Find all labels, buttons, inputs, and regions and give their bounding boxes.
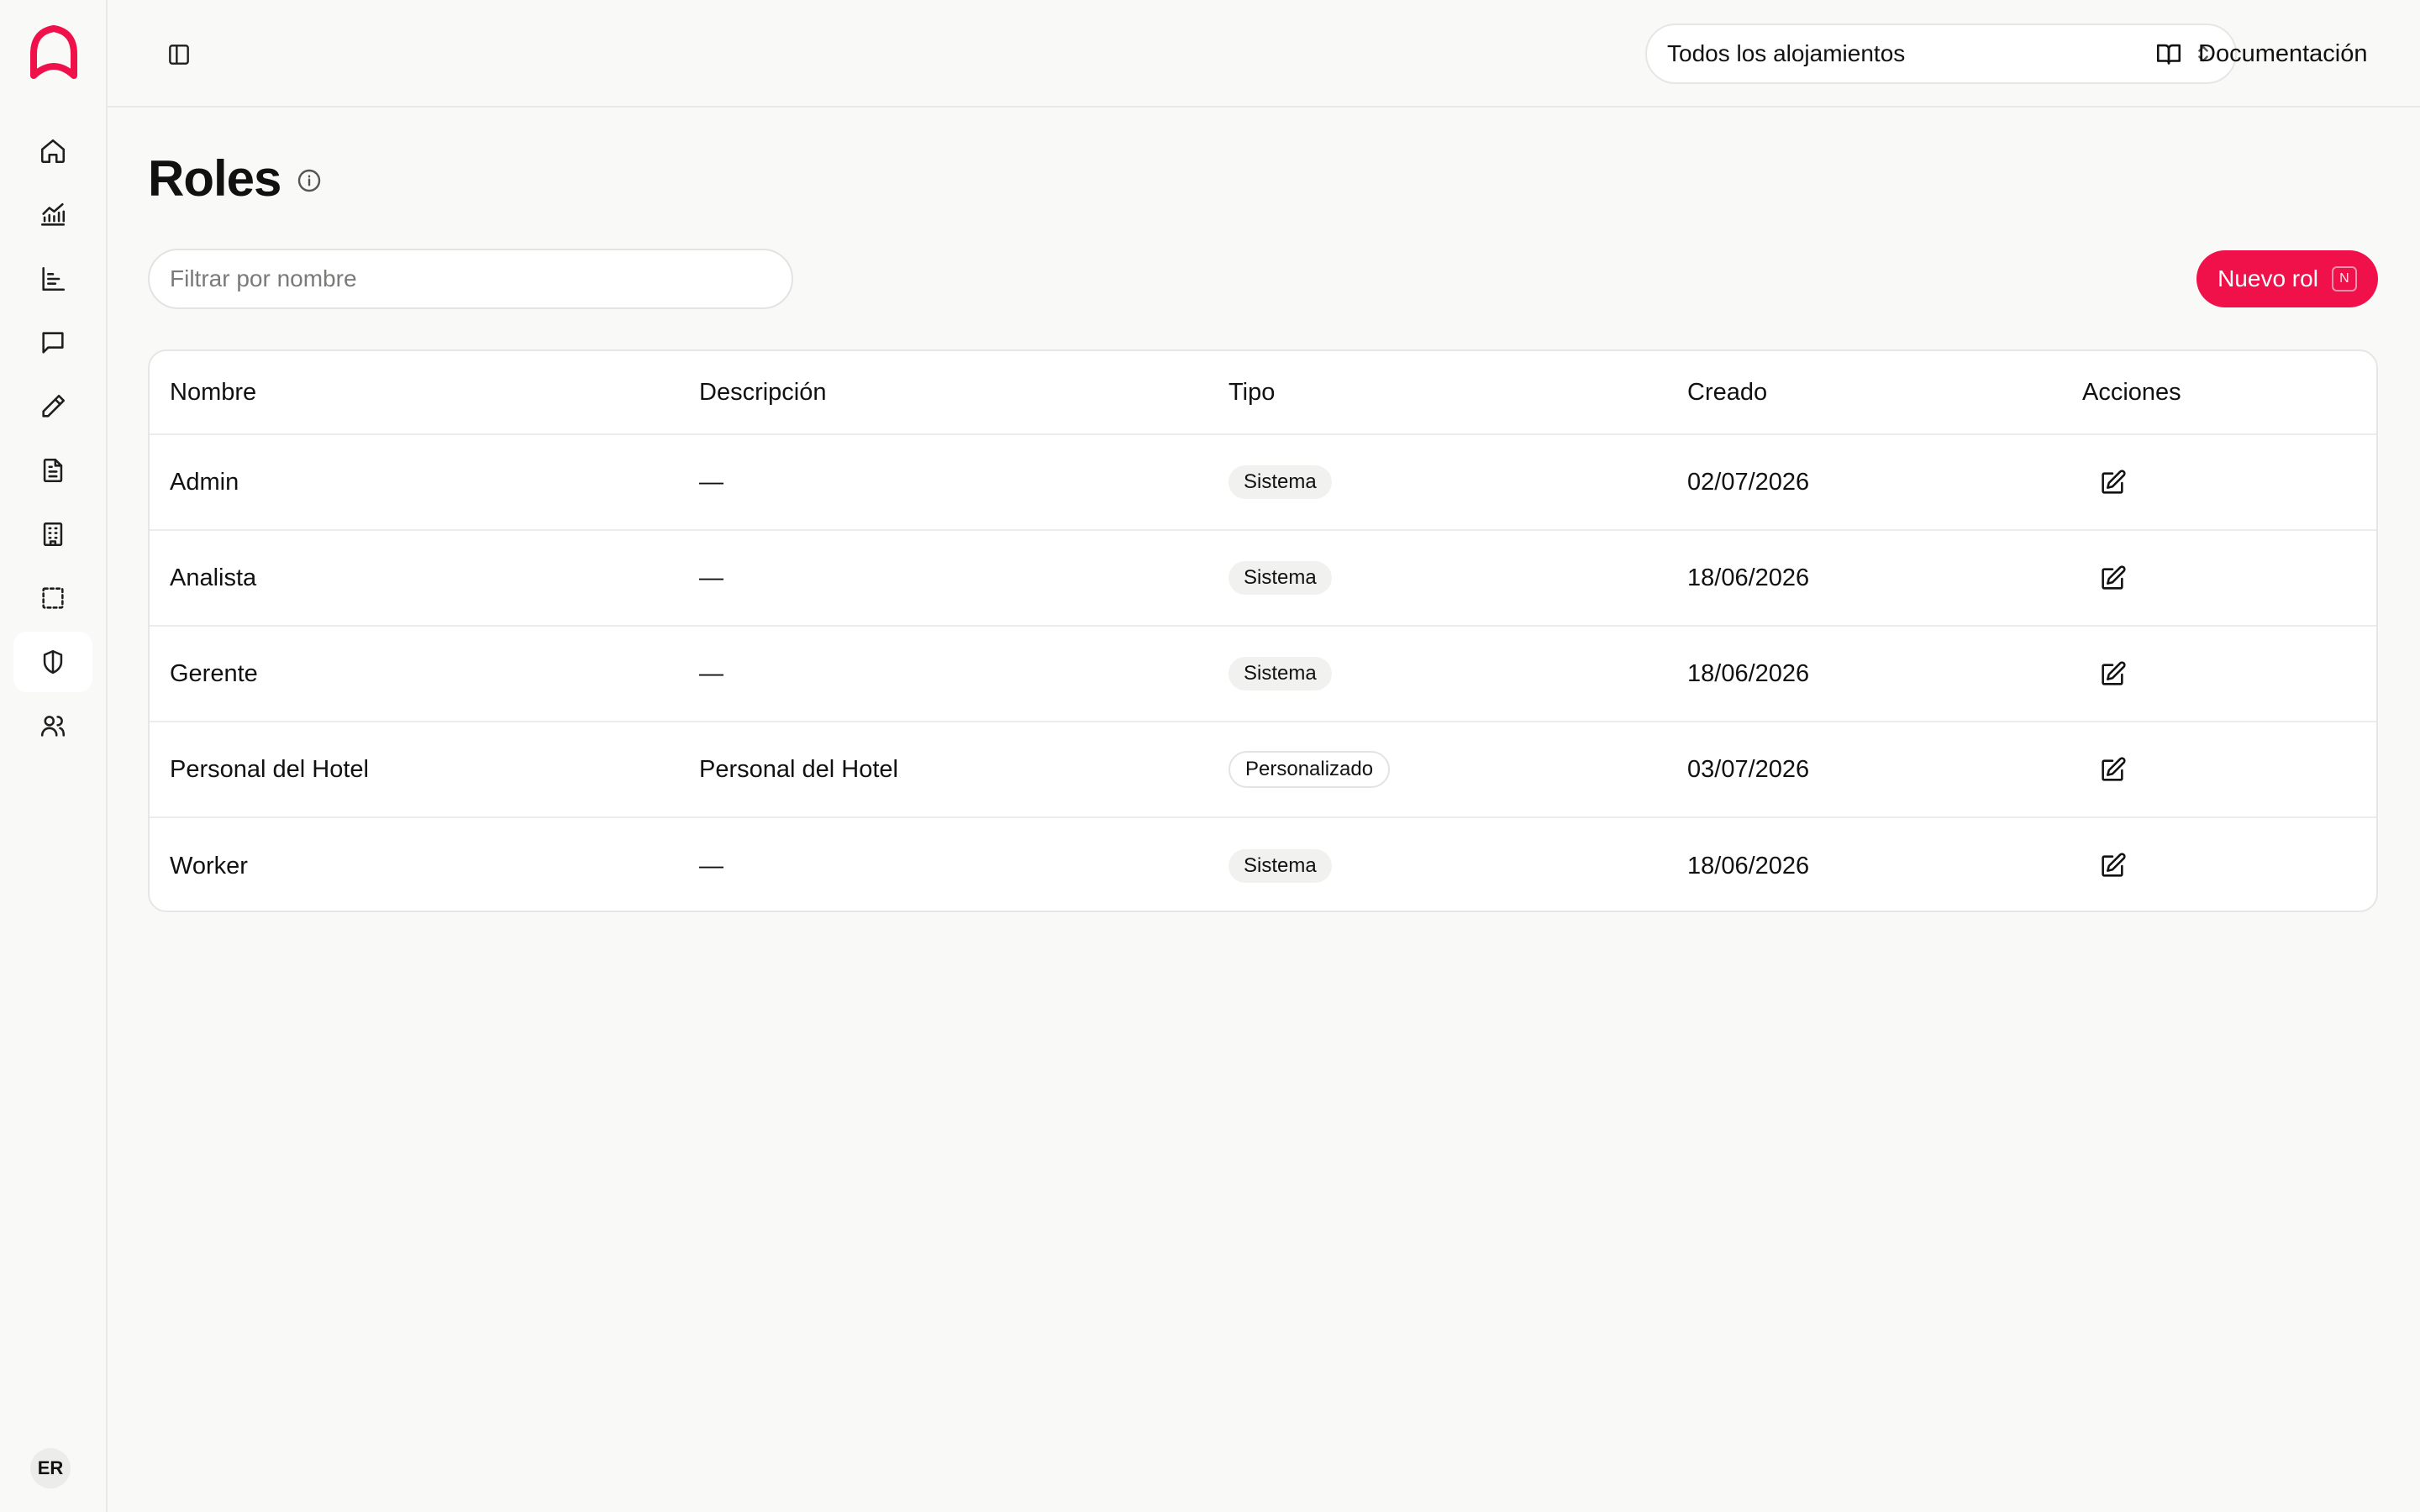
edit-role-button[interactable]: [2096, 562, 2129, 596]
role-created: 18/06/2026: [1687, 659, 1810, 687]
new-role-label: Nuevo rol: [2217, 265, 2318, 291]
edit-role-button[interactable]: [2096, 753, 2129, 787]
sidebar-item-edit[interactable]: [13, 376, 92, 437]
table-row[interactable]: Analista — Sistema 18/06/2026: [150, 531, 2376, 627]
documentation-label: Documentación: [2198, 39, 2368, 67]
shield-icon: [43, 649, 63, 675]
property-select[interactable]: Todos los alojamientos: [1645, 24, 2237, 84]
role-description: —: [699, 564, 723, 591]
sidebar-item-analytics[interactable]: [13, 185, 92, 245]
bar-chart-icon: [42, 266, 66, 291]
shortcut-key: N: [2331, 266, 2357, 291]
role-name: Gerente: [170, 659, 258, 687]
role-type: Sistema: [1228, 531, 1332, 625]
home-icon: [40, 139, 66, 164]
column-header-type[interactable]: Tipo: [1228, 351, 1275, 433]
user-avatar[interactable]: ER: [30, 1448, 71, 1488]
edit-role-button[interactable]: [2096, 658, 2129, 691]
role-type: Sistema: [1228, 818, 1332, 911]
sidebar-item-reports[interactable]: [13, 249, 92, 309]
column-header-name[interactable]: Nombre: [170, 351, 256, 433]
table-header: Nombre Descripción Tipo Creado Acciones: [150, 351, 2376, 435]
table-row[interactable]: Worker — Sistema 18/06/2026: [150, 818, 2376, 911]
sidebar-toggle-button[interactable]: [158, 34, 200, 76]
role-created: 02/07/2026: [1687, 468, 1810, 496]
page-title: Roles: [148, 150, 281, 207]
table-row[interactable]: Gerente — Sistema 18/06/2026: [150, 627, 2376, 722]
sidebar-item-users[interactable]: [13, 696, 92, 756]
sidebar-item-messages[interactable]: [13, 312, 92, 373]
role-name: Personal del Hotel: [170, 755, 369, 783]
dashed-square-icon: [42, 587, 64, 609]
new-role-button[interactable]: Nuevo rol N: [2196, 250, 2378, 307]
property-select-value: Todos los alojamientos: [1667, 40, 1906, 66]
app-logo[interactable]: [27, 24, 81, 84]
sidebar: ER: [0, 0, 108, 1512]
edit-icon: [2102, 470, 2126, 494]
top-bar: Todos los alojamientos Documentación: [108, 0, 2420, 108]
filter-by-name-input[interactable]: [148, 249, 793, 309]
sidebar-item-documents[interactable]: [13, 440, 92, 501]
type-badge: Sistema: [1228, 849, 1332, 883]
sidebar-item-properties[interactable]: [13, 504, 92, 564]
role-created: 03/07/2026: [1687, 755, 1810, 783]
edit-icon: [2102, 853, 2126, 877]
role-name: Admin: [170, 468, 239, 496]
role-created: 18/06/2026: [1687, 564, 1810, 591]
chart-line-icon: [40, 202, 66, 226]
info-icon[interactable]: [296, 167, 323, 194]
role-type: Sistema: [1228, 627, 1332, 721]
role-name: Worker: [170, 852, 248, 879]
book-open-icon: [2156, 44, 2181, 65]
edit-role-button[interactable]: [2096, 466, 2129, 500]
role-type: Personalizado: [1228, 722, 1391, 816]
role-description: —: [699, 659, 723, 687]
page-header: Roles: [148, 148, 323, 208]
role-name: Analista: [170, 564, 257, 591]
column-header-description[interactable]: Descripción: [699, 351, 827, 433]
type-badge: Sistema: [1228, 465, 1332, 499]
edit-icon: [2102, 661, 2126, 685]
building-icon: [43, 522, 63, 547]
type-badge: Sistema: [1228, 657, 1332, 690]
edit-role-button[interactable]: [2096, 849, 2129, 883]
panel-left-icon: [169, 45, 189, 65]
role-description: —: [699, 468, 723, 496]
role-created: 18/06/2026: [1687, 852, 1810, 879]
role-description: Personal del Hotel: [699, 755, 898, 783]
edit-icon: [2102, 757, 2126, 781]
role-type: Sistema: [1228, 435, 1332, 529]
column-header-created[interactable]: Creado: [1687, 351, 1767, 433]
sidebar-item-home[interactable]: [13, 121, 92, 181]
table-row[interactable]: Admin — Sistema 02/07/2026: [150, 435, 2376, 531]
role-description: —: [699, 852, 723, 879]
type-badge: Sistema: [1228, 561, 1332, 595]
users-icon: [40, 716, 66, 737]
documentation-link[interactable]: Documentación: [2154, 30, 2407, 77]
type-badge: Personalizado: [1228, 751, 1391, 788]
table-row[interactable]: Personal del Hotel Personal del Hotel Pe…: [150, 722, 2376, 818]
column-header-actions: Acciones: [2082, 378, 2181, 406]
sidebar-item-roles[interactable]: [13, 632, 92, 692]
pencil-icon: [42, 394, 66, 417]
file-icon: [43, 458, 63, 483]
edit-icon: [2102, 565, 2126, 590]
roles-table: Nombre Descripción Tipo Creado Acciones …: [148, 349, 2378, 912]
sidebar-item-selection[interactable]: [13, 568, 92, 628]
message-icon: [42, 332, 64, 354]
